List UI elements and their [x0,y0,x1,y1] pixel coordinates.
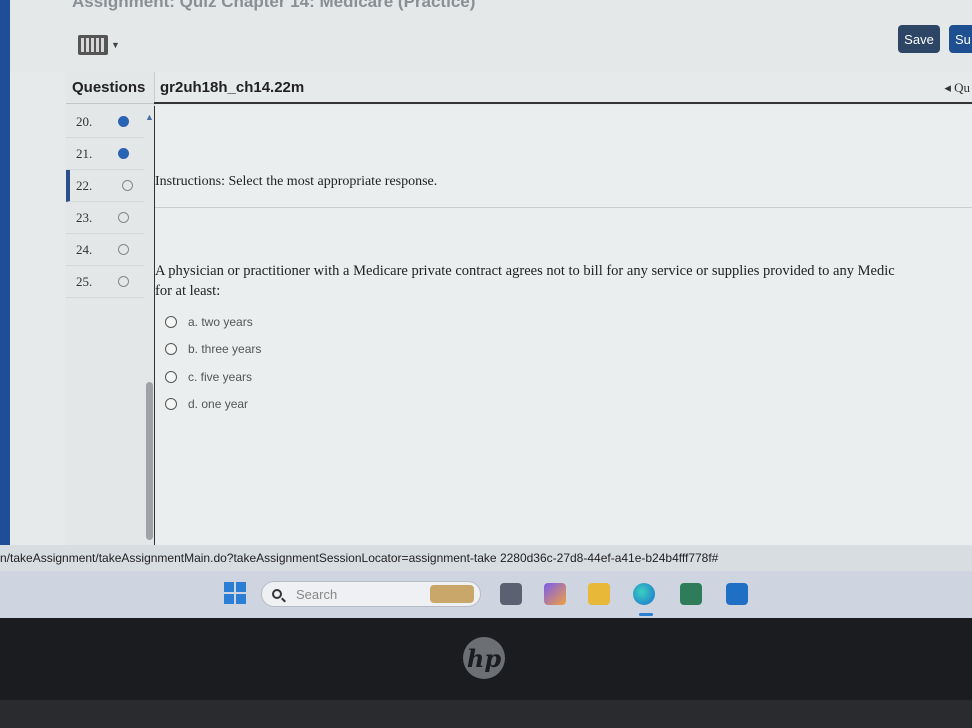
keyboard-menu-button[interactable]: ▼ [78,32,122,58]
question-number: 23. [76,210,93,225]
screen: Assignment: Quiz Chapter 14: Medicare (P… [0,0,972,618]
choice-label: d. one year [188,397,249,412]
edge-browser-icon[interactable] [633,583,655,605]
unanswered-dot-icon [118,276,129,287]
file-explorer-icon[interactable] [588,583,610,605]
question-item-22[interactable]: 22. [66,170,144,202]
status-url-bar: n/takeAssignment/takeAssignmentMain.do?t… [0,545,972,571]
answer-choices: a. two years b. three years c. five year… [165,308,261,418]
question-number: 21. [76,146,93,161]
answered-dot-icon [118,116,129,127]
question-list-scrollbar[interactable] [146,382,153,540]
instructions-text: Instructions: Select the most appropriat… [155,174,438,189]
unanswered-dot-icon [118,244,129,255]
hp-logo-icon: hp [463,637,505,679]
outlook-icon[interactable] [726,583,748,605]
divider [155,207,972,208]
question-item-24[interactable]: 24. [66,234,144,266]
choice-label: c. five years [188,369,253,384]
search-icon [272,589,282,599]
previous-question-link[interactable]: ◂ Qu [944,72,970,104]
question-item-21[interactable]: 21. [66,138,144,170]
left-edge [0,0,10,545]
question-item-20[interactable]: 20. [66,106,144,138]
radio-button[interactable] [165,398,177,411]
question-content: Instructions: Select the most appropriat… [154,106,972,545]
unanswered-dot-icon [122,180,133,191]
choice-label: a. two years [188,314,253,329]
question-number: 25. [76,274,93,289]
question-list: 20. 21. 22. 23. 24. 25. [66,106,144,298]
question-text: A physician or practitioner with a Medic… [155,261,972,301]
search-label: Search [296,586,338,602]
submit-button[interactable]: Su [949,25,972,53]
question-text-line-1: A physician or practitioner with a Medic… [155,263,895,279]
question-item-25[interactable]: 25. [66,266,144,298]
question-number: 24. [76,242,93,257]
assignment-title: Assignment: Quiz Chapter 14: Medicare (P… [72,0,476,11]
top-bar: Assignment: Quiz Chapter 14: Medicare (P… [10,0,972,72]
choice-label: b. three years [188,342,262,357]
search-highlight-icon [430,585,474,603]
copilot-icon[interactable] [544,583,566,605]
save-button[interactable]: Save [898,25,940,53]
chevron-down-icon: ▼ [111,40,120,50]
radio-button[interactable] [165,343,177,356]
assignment-app: Assignment: Quiz Chapter 14: Medicare (P… [10,0,972,545]
unanswered-dot-icon [118,212,129,223]
question-number: 20. [76,114,93,129]
laptop-hinge [0,700,972,728]
question-item-23[interactable]: 23. [66,202,144,234]
radio-button[interactable] [165,370,177,383]
radio-button[interactable] [165,315,177,328]
answered-dot-icon [118,148,129,159]
taskbar-search[interactable]: Search [261,581,481,607]
taskbar: Search [0,571,972,618]
store-icon[interactable] [680,583,702,605]
question-text-line-2: for at least: [155,283,221,299]
keyboard-icon [78,35,108,55]
windows-start-icon[interactable] [224,582,246,604]
questions-panel: Questions ▲ 20. 21. 22. 23. 24. 25. [66,72,155,545]
question-number: 22. [76,178,93,193]
choice-d[interactable]: d. one year [165,391,261,419]
question-id: gr2uh18h_ch14.22m [160,79,305,96]
question-header: gr2uh18h_ch14.22m ◂ Qu [154,72,972,104]
choice-a[interactable]: a. two years [165,308,261,336]
questions-header: Questions [66,72,154,104]
choice-c[interactable]: c. five years [165,363,261,391]
choice-b[interactable]: b. three years [165,336,261,364]
scroll-up-icon[interactable]: ▲ [145,112,154,122]
active-app-indicator [639,613,653,616]
task-view-icon[interactable] [500,583,522,605]
